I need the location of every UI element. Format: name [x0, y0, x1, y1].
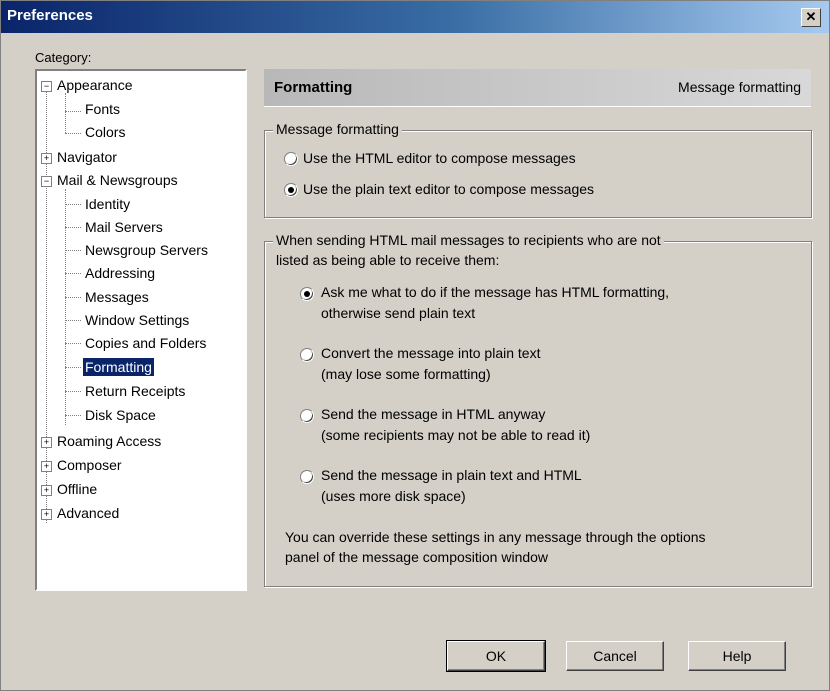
override-note-line2: panel of the message composition window [285, 549, 549, 565]
tree-line [65, 320, 81, 321]
window-title: Preferences [7, 7, 93, 24]
tree-item-appearance[interactable]: Appearance [57, 76, 133, 94]
option-plain-text-editor-label[interactable]: Use the plain text editor to compose mes… [303, 180, 594, 198]
tree-line [65, 93, 66, 133]
option-ask-me-hint: otherwise send plain text [321, 305, 476, 321]
tree-item-mail-newsgroups[interactable]: Mail & Newsgroups [57, 171, 178, 189]
tree-line [65, 343, 81, 344]
tree-line [65, 133, 81, 134]
message-formatting-group [264, 130, 812, 218]
tree-item-disk-space[interactable]: Disk Space [85, 406, 156, 424]
tree-line [65, 189, 66, 425]
panel-title: Formatting [274, 79, 353, 96]
tree-item-fonts[interactable]: Fonts [85, 100, 120, 118]
tree-line [65, 227, 81, 228]
close-icon[interactable]: ✕ [801, 8, 821, 27]
tree-item-identity[interactable]: Identity [85, 195, 130, 213]
tree-item-newsgroup-servers[interactable]: Newsgroup Servers [85, 241, 208, 259]
tree-item-mail-servers[interactable]: Mail Servers [85, 218, 163, 236]
tree-line [65, 297, 81, 298]
title-bar[interactable]: Preferences ✕ [1, 1, 829, 33]
tree-line [65, 204, 81, 205]
expand-icon[interactable]: + [41, 509, 52, 520]
override-note-line1: You can override these settings in any m… [285, 529, 706, 545]
tree-line [65, 273, 81, 274]
expand-icon[interactable]: + [41, 461, 52, 472]
tree-item-roaming-access[interactable]: Roaming Access [57, 432, 161, 450]
option-send-html-hint: (some recipients may not be able to read… [321, 427, 591, 443]
tree-item-copies-folders[interactable]: Copies and Folders [85, 334, 206, 352]
radio-plain-text-editor[interactable] [284, 183, 298, 197]
option-convert-plain-label[interactable]: Convert the message into plain text [321, 344, 540, 362]
tree-item-offline[interactable]: Offline [57, 480, 97, 498]
tree-item-window-settings[interactable]: Window Settings [85, 311, 189, 329]
tree-item-formatting[interactable]: Formatting [83, 358, 154, 376]
ok-button[interactable]: OK [446, 640, 546, 672]
tree-line [46, 85, 47, 523]
option-ask-me-label[interactable]: Ask me what to do if the message has HTM… [321, 283, 669, 301]
tree-item-composer[interactable]: Composer [57, 456, 122, 474]
tree-item-addressing[interactable]: Addressing [85, 264, 155, 282]
option-convert-plain-hint: (may lose some formatting) [321, 366, 491, 382]
radio-html-editor[interactable] [284, 152, 298, 166]
tree-item-messages[interactable]: Messages [85, 288, 149, 306]
radio-ask-me[interactable] [300, 287, 314, 301]
panel-header: Formatting Message formatting [264, 69, 811, 107]
collapse-icon[interactable]: − [41, 176, 52, 187]
group-legend-line2: listed as being able to receive them: [276, 252, 500, 268]
radio-convert-plain[interactable] [300, 348, 314, 362]
panel-subtitle: Message formatting [678, 79, 801, 95]
help-button[interactable]: Help [688, 641, 786, 671]
tree-line [65, 250, 81, 251]
tree-item-return-receipts[interactable]: Return Receipts [85, 382, 185, 400]
tree-line [65, 111, 81, 112]
tree-line [65, 415, 81, 416]
group-legend: Message formatting [273, 121, 402, 137]
expand-icon[interactable]: + [41, 437, 52, 448]
category-tree[interactable]: − Appearance Fonts Colors + Navigator − … [35, 69, 247, 591]
tree-item-navigator[interactable]: Navigator [57, 148, 117, 166]
tree-line [65, 391, 81, 392]
category-label: Category: [35, 50, 92, 65]
option-html-editor-label[interactable]: Use the HTML editor to compose messages [303, 149, 576, 167]
collapse-icon[interactable]: − [41, 81, 52, 92]
option-send-both-label[interactable]: Send the message in plain text and HTML [321, 466, 582, 484]
radio-send-both[interactable] [300, 470, 314, 484]
group-legend-line1: When sending HTML mail messages to recip… [273, 232, 664, 248]
tree-item-advanced[interactable]: Advanced [57, 504, 119, 522]
option-send-html-label[interactable]: Send the message in HTML anyway [321, 405, 545, 423]
option-send-both-hint: (uses more disk space) [321, 488, 466, 504]
tree-line [65, 367, 81, 368]
preferences-dialog: Preferences ✕ Category: − Appearance Fon… [0, 0, 830, 691]
radio-send-html[interactable] [300, 409, 314, 423]
tree-item-colors[interactable]: Colors [85, 123, 125, 141]
cancel-button[interactable]: Cancel [566, 641, 664, 671]
expand-icon[interactable]: + [41, 153, 52, 164]
expand-icon[interactable]: + [41, 485, 52, 496]
